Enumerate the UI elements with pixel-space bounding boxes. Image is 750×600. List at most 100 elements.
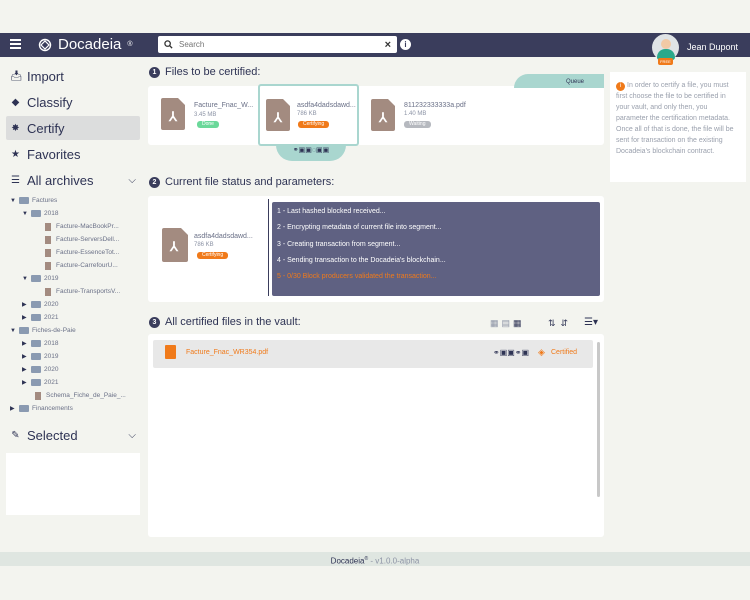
clear-search-icon[interactable]: ×	[385, 39, 391, 51]
caret-right-icon: ▶	[22, 354, 27, 360]
tree-label: 2018	[44, 340, 59, 347]
selected-files-box	[6, 453, 140, 515]
pdf-file-icon	[165, 345, 176, 359]
divider	[268, 199, 269, 296]
tree-file[interactable]: Facture-TransportsV...	[6, 285, 140, 298]
caret-down-icon: ▼	[22, 210, 28, 217]
queue-file-card-active[interactable]: ⅄ asdfa4dadsdawd... 786 KB Certifying	[258, 84, 359, 146]
tree-label: 2020	[44, 301, 59, 308]
sidebar-item-classify[interactable]: ◆ Classify	[6, 90, 140, 114]
tree-label: Facture-CarrefourU...	[56, 262, 118, 269]
tree-label: Fiches-de-Paie	[32, 327, 76, 334]
caret-down-icon: ▼	[10, 327, 16, 334]
sort-desc-icon[interactable]: ⇵	[561, 318, 569, 329]
tree-label: 2021	[44, 379, 59, 386]
log-line-active: 5 - 0/30 Block producers validated the t…	[277, 273, 437, 280]
tree-folder[interactable]: ▶ 2021	[6, 376, 140, 389]
folder-icon	[31, 379, 41, 386]
tree-folder[interactable]: ▶ Financements	[6, 402, 140, 415]
pdf-file-icon	[45, 248, 51, 257]
queue-tab[interactable]: Queue	[514, 74, 604, 88]
sidebar-item-label: All archives	[27, 172, 94, 188]
queue-file-card[interactable]: ⅄ 811232333333a.pdf 1.40 MB Waiting	[361, 86, 466, 145]
sort-controls: ⇅ ⇵	[548, 318, 568, 329]
tree-file[interactable]: Schema_Fiche_de_Paie_...	[6, 389, 140, 402]
sidebar-item-label: Certify	[27, 120, 65, 136]
file-name: asdfa4dadsdawd...	[194, 233, 253, 240]
pdf-file-icon: ⅄	[266, 99, 290, 131]
blockchain-progress-icon: ⚭▣▣◌▣▣	[276, 145, 346, 161]
pdf-file-icon: ⅄	[161, 98, 185, 130]
footer: Docadeia® - v1.0.0-alpha	[0, 552, 750, 566]
caret-right-icon: ▶	[22, 302, 27, 308]
tree-folder[interactable]: ▼ Factures	[6, 194, 140, 207]
chevron-down-icon[interactable]: ⌵	[128, 175, 136, 186]
tree-label: Factures	[32, 197, 58, 204]
chevron-down-icon[interactable]: ⌵	[128, 430, 136, 441]
file-size: 3.45 MB	[194, 112, 217, 118]
tree-folder[interactable]: ▶ 2020	[6, 363, 140, 376]
sidebar-item-favorites[interactable]: ★ Favorites	[6, 142, 140, 166]
caret-down-icon: ▼	[10, 197, 16, 204]
grid-large-icon[interactable]: ▦	[513, 318, 522, 329]
tree-label: Facture-EssenceTot...	[56, 249, 120, 256]
tree-file[interactable]: Facture-CarrefourU...	[6, 259, 140, 272]
queue-file-card[interactable]: ⅄ Facture_Fnac_W... 3.45 MB Done	[153, 86, 258, 145]
file-size: 1.40 MB	[404, 111, 427, 117]
app-reg-mark: ®	[127, 41, 133, 48]
grid-medium-icon[interactable]: ▤	[502, 318, 511, 329]
grid-small-icon[interactable]: ▦	[490, 318, 499, 329]
info-icon[interactable]: i	[400, 39, 411, 50]
sidebar-item-certify[interactable]: ✸ Certify	[6, 116, 140, 140]
step3-title: 3 All certified files in the vault:	[149, 316, 301, 328]
pdf-file-icon: ⅄	[162, 228, 188, 262]
archive-tree: ▼ Factures ▼ 2018 Facture-MacBookPr... Fac…	[6, 194, 140, 415]
tree-folder[interactable]: ▶ 2018	[6, 337, 140, 350]
status-badge: Done	[197, 121, 219, 128]
tree-folder[interactable]: ▼ 2019	[6, 272, 140, 285]
step2-title: 2 Current file status and parameters:	[149, 176, 334, 188]
tree-file[interactable]: Facture-EssenceTot...	[6, 246, 140, 259]
queue-label: Queue	[565, 79, 584, 85]
avatar[interactable]: FREE	[651, 34, 679, 65]
log-line: 4 - Sending transaction to the Docadeia'…	[277, 257, 446, 264]
step-number: 2	[149, 176, 160, 188]
info-panel: i In order to certify a file, you must fi…	[610, 72, 746, 182]
user-menu[interactable]: FREE Jean Dupont	[651, 33, 738, 65]
sidebar-item-import[interactable]: 📥︎ Import	[6, 64, 140, 88]
step-title-text: Files to be certified:	[165, 66, 261, 78]
user-name: Jean Dupont	[686, 42, 738, 52]
log-line: 2 - Encrypting metadata of current file …	[277, 224, 442, 231]
tree-label: Facture-TransportsV...	[56, 288, 121, 295]
file-name: Facture_Fnac_W...	[194, 102, 254, 109]
file-size: 786 KB	[297, 111, 317, 117]
files-queue-panel: Queue ⅄ Facture_Fnac_W... 3.45 MB Done ⅄…	[148, 74, 604, 161]
info-text: In order to certify a file, you must fir…	[616, 82, 734, 155]
folder-icon	[31, 366, 41, 373]
certificate-icon: ✸	[11, 122, 20, 134]
sidebar-item-selected[interactable]: ✎ Selected ⌵	[6, 423, 140, 447]
tree-label: Facture-ServersDell...	[56, 236, 120, 243]
tree-label: Schema_Fiche_de_Paie_...	[46, 392, 126, 399]
sidebar: 📥︎ Import ◆ Classify ✸ Certify ★ Favorit…	[6, 64, 140, 515]
tree-file[interactable]: Facture-ServersDell...	[6, 233, 140, 246]
sort-asc-icon[interactable]: ⇅	[548, 318, 556, 329]
tree-folder[interactable]: ▶ 2021	[6, 311, 140, 324]
vault-file-row[interactable]: Facture_Fnac_WR354.pdf ⚭▣▣⚭▣ ◈ Certified	[153, 340, 593, 368]
tree-file[interactable]: Facture-MacBookPr...	[6, 220, 140, 233]
list-menu-icon[interactable]: ☰▾	[584, 317, 598, 328]
step-number: 3	[149, 316, 160, 328]
tree-folder[interactable]: ▶ 2020	[6, 298, 140, 311]
sidebar-item-all-archives[interactable]: ☰ All archives ⌵	[6, 168, 140, 192]
search-input[interactable]	[179, 40, 385, 49]
certified-status: Certified	[551, 349, 578, 356]
caret-right-icon: ▶	[22, 367, 27, 373]
tree-folder[interactable]: ▼ Fiches-de-Paie	[6, 324, 140, 337]
tree-folder[interactable]: ▶ 2019	[6, 350, 140, 363]
tree-label: 2021	[44, 314, 59, 321]
caret-down-icon: ▼	[22, 275, 28, 282]
app-logo[interactable]: Docadeia ®	[38, 36, 133, 53]
menu-icon[interactable]	[10, 39, 21, 49]
scrollbar[interactable]	[597, 342, 600, 497]
tree-folder[interactable]: ▼ 2018	[6, 207, 140, 220]
